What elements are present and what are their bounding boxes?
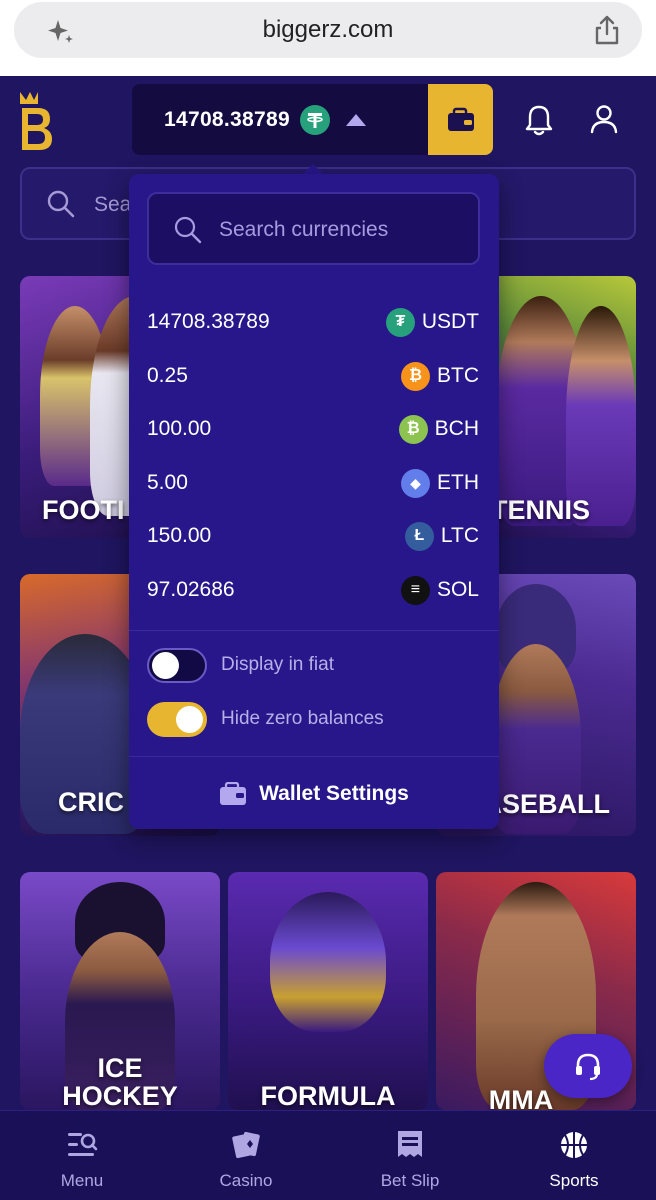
nav-menu[interactable]: Menu: [22, 1129, 142, 1195]
sport-tile-label-line1: ICE: [97, 1053, 143, 1083]
search-icon: [174, 216, 202, 244]
cards-icon: [232, 1131, 260, 1159]
balance-selector[interactable]: 14708.38789: [132, 84, 428, 155]
headset-icon: [576, 1053, 600, 1081]
currency-code: LTC: [440, 524, 479, 547]
caret-up-icon: [345, 113, 366, 126]
currency-row-sol[interactable]: 97.02686 ≡ SOL: [129, 566, 499, 614]
toggle-knob: [152, 652, 179, 679]
nav-casino[interactable]: Casino: [186, 1129, 306, 1195]
currency-amount: 97.02686: [147, 578, 235, 601]
basketball-icon: [561, 1132, 587, 1158]
bch-icon: ₿: [398, 414, 428, 444]
sport-tile-label: ICE HOCKEY: [20, 1054, 220, 1110]
hide-zero-row: Hide zero balances: [147, 702, 487, 738]
url-text: biggerz.com: [262, 16, 394, 43]
support-chat-button[interactable]: [544, 1034, 632, 1098]
currency-row-bch[interactable]: 100.00 ₿ BCH: [129, 405, 499, 453]
url-bar[interactable]: biggerz.com: [14, 2, 642, 58]
display-fiat-label: Display in fiat: [221, 654, 334, 675]
sport-tile-formula[interactable]: FORMULA: [228, 872, 428, 1110]
usdt-icon: ₮: [385, 307, 415, 337]
nav-bet-slip[interactable]: Bet Slip: [350, 1129, 470, 1195]
sports-search-placeholder: Sea: [94, 193, 132, 216]
bell-icon[interactable]: [524, 104, 554, 136]
currency-amount: 14708.38789: [147, 310, 270, 333]
wallet-icon: [447, 107, 474, 131]
sol-icon: ≡: [400, 575, 430, 605]
currency-code: BTC: [437, 364, 479, 387]
currency-amount: 150.00: [147, 524, 212, 547]
nav-sports-label: Sports: [549, 1171, 599, 1190]
sport-tile-ice-hockey[interactable]: ICE HOCKEY: [20, 872, 220, 1110]
divider: [129, 630, 499, 631]
btc-icon: ₿: [401, 361, 430, 391]
toggle-knob: [176, 706, 203, 733]
nav-sports[interactable]: Sports: [514, 1129, 634, 1195]
hide-zero-toggle[interactable]: [147, 702, 207, 737]
currency-code: BCH: [434, 417, 479, 440]
currency-row-btc[interactable]: 0.25 ₿ BTC: [129, 352, 499, 400]
sport-tile-label: FORMULA: [260, 1081, 396, 1110]
wallet-button[interactable]: [428, 84, 493, 155]
currency-code: USDT: [421, 310, 479, 333]
sport-tile-label-line2: HOCKEY: [62, 1081, 178, 1110]
display-fiat-row: Display in fiat: [147, 648, 487, 684]
wallet-settings-button[interactable]: Wallet Settings: [129, 774, 499, 814]
bottom-nav: Menu Casino Bet Slip Sports: [0, 1110, 656, 1200]
menu-search-icon: [68, 1133, 98, 1156]
nav-menu-label: Menu: [60, 1171, 104, 1190]
share-icon[interactable]: [592, 14, 622, 46]
balance-amount: 14708.38789: [164, 107, 290, 131]
nav-bet-slip-label: Bet Slip: [380, 1171, 440, 1190]
bet-slip-icon: [398, 1131, 422, 1157]
wallet-icon: [220, 782, 247, 805]
currency-dropdown: 14708.38789 ₮ USDT 0.25 ₿ BTC 100.00 ₿ B…: [129, 174, 499, 829]
currency-amount: 5.00: [147, 471, 188, 494]
divider: [129, 756, 499, 757]
currency-search-input[interactable]: [219, 216, 469, 244]
ltc-icon: Ł: [404, 521, 434, 551]
user-icon[interactable]: [590, 104, 618, 134]
display-fiat-toggle[interactable]: [147, 648, 207, 683]
browser-bar: biggerz.com: [0, 0, 656, 76]
search-icon: [47, 190, 75, 218]
eth-icon: ◆: [401, 468, 430, 498]
currency-row-ltc[interactable]: 150.00 Ł LTC: [129, 512, 499, 560]
currency-code: SOL: [436, 578, 479, 601]
currency-row-eth[interactable]: 5.00 ◆ ETH: [129, 459, 499, 507]
nav-casino-label: Casino: [219, 1171, 273, 1190]
hide-zero-label: Hide zero balances: [221, 708, 384, 729]
currency-code: ETH: [437, 471, 479, 494]
usdt-icon: [299, 104, 330, 135]
currency-row-usdt[interactable]: 14708.38789 ₮ USDT: [129, 298, 499, 346]
wallet-settings-label: Wallet Settings: [259, 782, 409, 805]
currency-search-box[interactable]: [147, 192, 480, 265]
currency-amount: 0.25: [147, 364, 188, 387]
biggerz-logo[interactable]: [16, 88, 56, 154]
currency-amount: 100.00: [147, 417, 212, 440]
app-header: 14708.38789: [0, 76, 656, 162]
